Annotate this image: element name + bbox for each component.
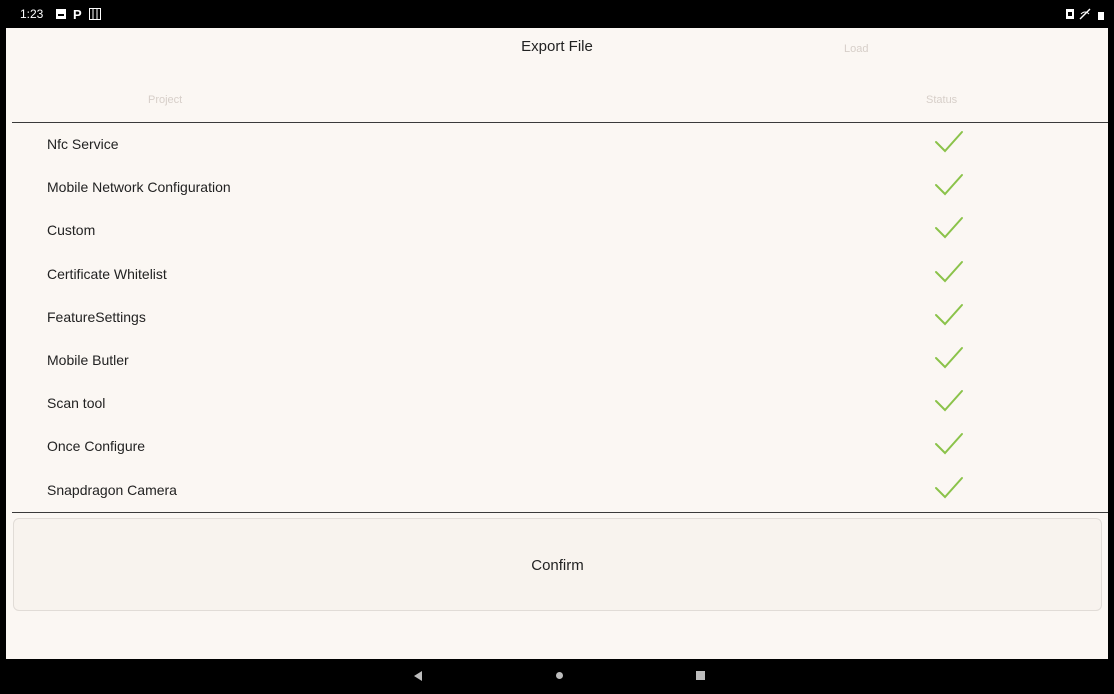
navigation-bar [6,659,1114,694]
checkmark-icon [935,174,963,196]
clock: 1:23 [20,7,44,21]
export-file-screen: Export File Load Project Status Nfc Serv… [6,28,1108,659]
list-item[interactable]: Certificate Whitelist [12,254,1108,297]
page-title: Export File [521,38,593,55]
item-label: Custom [47,222,96,239]
list-item[interactable]: Once Configure [12,426,1108,469]
checkmark-icon [935,390,963,412]
checkmark-icon [935,476,963,499]
item-label: Certificate Whitelist [47,265,167,282]
checkmark-icon [935,347,963,369]
item-label: FeatureSettings [47,308,146,325]
back-icon[interactable] [414,671,422,681]
list-item[interactable]: FeatureSettings [12,297,1108,340]
checkmark-icon [935,217,963,239]
no-signal-icon [1079,8,1091,20]
recent-apps-icon[interactable] [696,671,705,680]
item-label: Snapdragon Camera [47,481,177,498]
svg-text:P: P [73,8,82,20]
column-header-status: Status [926,94,958,106]
checkmark-icon [935,433,963,455]
battery-icon [1098,12,1104,20]
home-icon[interactable] [556,672,563,679]
column-header-project: Project [148,94,183,106]
list-item[interactable]: Mobile Network Configuration [12,167,1108,210]
list-item[interactable]: Custom [12,210,1108,253]
checkmark-icon [935,131,963,153]
parking-icon: P [73,8,82,20]
list-item[interactable]: Nfc Service [12,124,1108,167]
faded-header-text: Load [844,43,869,55]
status-bar: 1:23 P [6,0,1114,28]
footer-divider [12,512,1108,513]
list-item[interactable]: Scan tool [12,383,1108,426]
item-label: Nfc Service [47,136,119,152]
keyboard-icon [89,8,101,20]
item-label: Mobile Butler [47,352,129,368]
checkmark-icon [935,260,963,283]
item-label: Mobile Network Configuration [47,179,231,196]
checkmark-icon [935,303,963,326]
confirm-label: Confirm [531,557,584,574]
screen-rotate-icon [1066,9,1074,19]
list-item[interactable]: Mobile Butler [12,340,1108,383]
list-item[interactable]: Snapdragon Camera [12,470,1108,513]
notification-icon [56,9,66,19]
item-label: Once Configure [47,438,146,455]
confirm-button[interactable]: Confirm [13,518,1102,611]
header-divider [12,122,1108,123]
item-label: Scan tool [47,395,106,412]
